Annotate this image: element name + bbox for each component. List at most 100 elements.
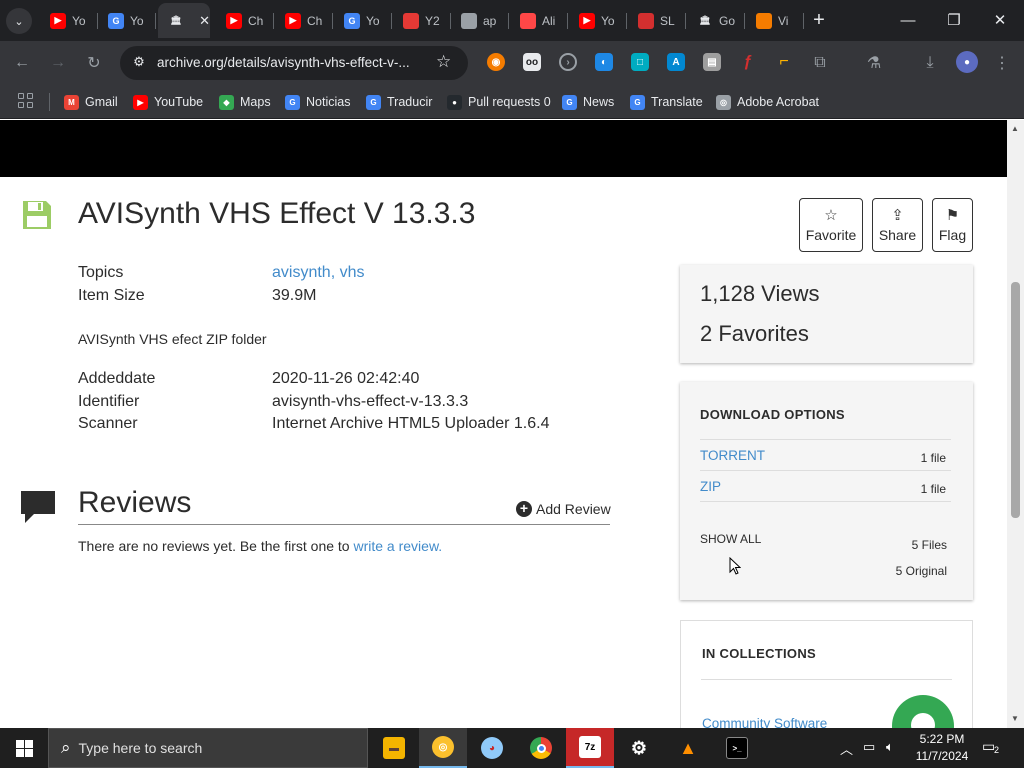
collection-link[interactable]: Community Software: [702, 716, 827, 728]
write-review-link[interactable]: write a review.: [353, 538, 442, 554]
bookmark-item[interactable]: G News: [562, 93, 614, 111]
7zip-icon: 7z: [579, 736, 601, 758]
bookmarks-bar: M Gmail ▶ YouTube ◆ Maps G Noticias G Traducir ● Pu…: [0, 85, 1024, 119]
browser-tab[interactable]: 🏛︎ ✕: [158, 3, 210, 38]
browser-tab[interactable]: ▶ Ch: [275, 3, 333, 38]
terminal-app[interactable]: >_: [713, 728, 761, 768]
reload-icon[interactable]: ↻: [82, 51, 106, 75]
clock-date: 11/7/2024: [915, 749, 969, 763]
browser-tab[interactable]: G Yo: [98, 3, 156, 38]
bookmark-item[interactable]: G Noticias: [285, 93, 350, 111]
extension-a-icon[interactable]: A: [667, 53, 685, 71]
google-favicon-icon: G: [108, 12, 124, 29]
youtube-icon: ▶: [133, 94, 148, 110]
scroll-down-arrow-icon[interactable]: ▼: [1011, 714, 1019, 723]
browser-tab[interactable]: Ali: [510, 3, 568, 38]
extension-square-icon[interactable]: □: [631, 53, 649, 71]
bookmark-item[interactable]: ▶ YouTube: [133, 93, 203, 111]
extension-orange-icon[interactable]: ◉: [487, 53, 505, 71]
profile-avatar-icon[interactable]: ●: [956, 51, 978, 73]
file-explorer-app[interactable]: ▬: [370, 728, 418, 768]
forward-arrow-icon[interactable]: →: [46, 51, 70, 75]
extension-glasses-icon[interactable]: oo: [523, 53, 541, 71]
minimize-button[interactable]: —: [888, 6, 928, 34]
address-bar[interactable]: ⚙ archive.org/details/avisynth-vhs-effec…: [120, 46, 468, 80]
taskbar-search-placeholder[interactable]: Type here to search: [79, 740, 203, 756]
add-review-button[interactable]: + Add Review: [516, 501, 611, 517]
youtube-favicon-icon: ▶: [50, 12, 66, 29]
apps-grid-icon[interactable]: [18, 93, 34, 109]
bookmark-item[interactable]: ◆ Maps: [219, 93, 271, 111]
restore-button[interactable]: ❐: [934, 6, 974, 34]
favorite-button[interactable]: ☆ Favorite: [799, 198, 863, 252]
youtube-favicon-icon: ▶: [579, 12, 595, 29]
back-arrow-icon[interactable]: ←: [10, 51, 34, 75]
downloads-icon[interactable]: ⤓: [918, 51, 942, 75]
download-torrent-link[interactable]: TORRENT: [700, 448, 765, 463]
tray-chevron-icon[interactable]: ︿: [840, 739, 853, 758]
url-text[interactable]: archive.org/details/avisynth-vhs-effect-…: [157, 55, 410, 70]
show-all-link[interactable]: SHOW ALL: [700, 532, 761, 546]
download-option-row[interactable]: TORRENT 1 file: [700, 439, 951, 470]
bookmark-item[interactable]: G Translate: [630, 93, 703, 111]
site-info-icon[interactable]: ⚙: [130, 54, 148, 72]
browser-tab[interactable]: Vi: [746, 3, 804, 38]
extensions-puzzle-icon[interactable]: ⧉: [808, 51, 832, 75]
tab-title: Go: [719, 13, 735, 28]
taskbar-clock[interactable]: 5:22 PM 11/7/2024: [908, 731, 976, 765]
translate-icon: G: [630, 94, 645, 110]
tab-close-icon[interactable]: ✕: [199, 13, 210, 29]
download-zip-link[interactable]: ZIP: [700, 479, 721, 494]
scroll-up-arrow-icon[interactable]: ▲: [1011, 124, 1019, 133]
archive-favicon-icon: 🏛︎: [170, 15, 182, 25]
extension-circle-icon[interactable]: ›: [559, 53, 577, 71]
item-title: AVISynth VHS Effect V 13.3.3: [78, 197, 476, 230]
tab-search-chevron-icon[interactable]: ⌄: [6, 8, 32, 34]
share-button[interactable]: ⇪ Share: [872, 198, 923, 252]
bookmark-item[interactable]: ● Pull requests 0: [447, 93, 551, 111]
bookmark-star-icon[interactable]: ☆: [436, 52, 451, 72]
volume-icon[interactable]: 🔈︎: [886, 739, 894, 755]
start-button[interactable]: [0, 728, 48, 768]
topics-link[interactable]: avisynth, vhs: [272, 264, 364, 282]
page-scrollbar[interactable]: ▲ ▼: [1007, 120, 1024, 728]
browser-tab[interactable]: ▶ Yo: [569, 3, 627, 38]
extension-print-icon[interactable]: ▤: [703, 53, 721, 71]
bookmark-item[interactable]: M Gmail: [64, 93, 118, 111]
chrome-canary-app[interactable]: ◎: [419, 728, 467, 768]
extension-flash-icon[interactable]: ƒ: [739, 53, 757, 71]
browser-tab[interactable]: ap: [451, 3, 509, 38]
scrollbar-thumb[interactable]: [1011, 282, 1020, 518]
mouse-cursor-icon: [729, 557, 741, 575]
new-tab-button[interactable]: +: [808, 8, 830, 32]
vlc-app[interactable]: ▲: [664, 728, 712, 768]
plus-circle-icon: +: [516, 501, 532, 517]
extension-blue-icon[interactable]: ◐: [595, 53, 613, 71]
extension-key-icon[interactable]: ⌐: [775, 53, 793, 71]
browser-tab[interactable]: Y2: [393, 3, 451, 38]
browser-tab[interactable]: ▶ Ch: [216, 3, 274, 38]
views-count: 1,128 Views: [700, 281, 820, 306]
browser-tab[interactable]: ▶ Yo: [40, 3, 98, 38]
labs-flask-icon[interactable]: ⚗: [862, 51, 886, 75]
menu-kebab-icon[interactable]: ⋮: [990, 51, 1014, 75]
globe-app[interactable]: ◕: [468, 728, 516, 768]
browser-tab[interactable]: G Yo: [334, 3, 392, 38]
browser-tab[interactable]: 🏛︎ Go: [687, 3, 745, 38]
7zip-app[interactable]: 7z: [566, 728, 614, 768]
notifications-button[interactable]: ▭ 2: [982, 738, 1004, 758]
taskbar-search-box[interactable]: ⌕ Type here to search: [48, 728, 368, 768]
bookmark-item[interactable]: ◎ Adobe Acrobat: [716, 93, 819, 111]
tab-title: SL: [660, 13, 675, 28]
collection-thumbnail[interactable]: [892, 695, 954, 728]
bookmark-item[interactable]: G Traducir: [366, 93, 432, 111]
download-divider: [700, 501, 951, 502]
download-option-row[interactable]: ZIP 1 file: [700, 470, 951, 501]
settings-app[interactable]: ⚙: [615, 728, 663, 768]
chrome-app[interactable]: [517, 728, 565, 768]
share-icon: ⇪: [891, 206, 904, 224]
close-window-button[interactable]: ✕: [980, 6, 1020, 34]
network-icon[interactable]: ▭: [863, 739, 875, 755]
browser-tab[interactable]: SL: [628, 3, 686, 38]
flag-button[interactable]: ⚑ Flag: [932, 198, 973, 252]
